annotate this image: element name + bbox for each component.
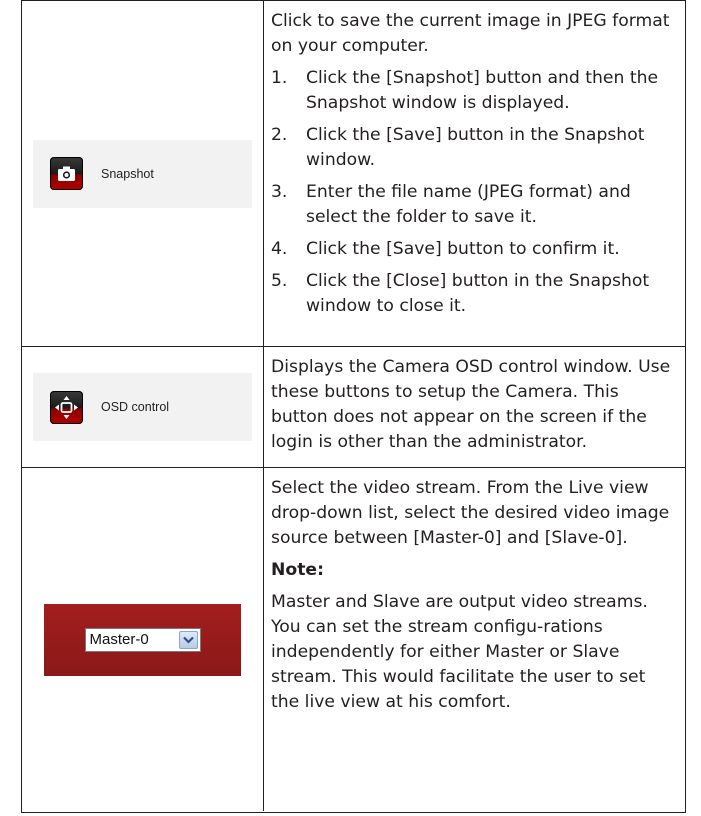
camera-icon [50, 157, 83, 190]
live-view-panel: Master-0 [44, 603, 241, 676]
list-item: 5. Click the [Close] button in the Snapsh… [271, 271, 650, 316]
snapshot-button-label: Snapshot [101, 166, 154, 181]
chevron-down-icon[interactable] [178, 630, 198, 649]
table-row-osd-control: OSD control Displays the Camera OSD cont… [22, 346, 685, 467]
live-view-select[interactable]: Master-0 [84, 627, 201, 652]
live-view-select-value: Master-0 [89, 631, 149, 648]
snapshot-cell-image: Snapshot [22, 1, 264, 346]
list-item: 2. Click the [Save] button in the Snapsho… [271, 125, 645, 170]
note-heading: Note: [271, 560, 324, 580]
osd-description-text: Displays the Camera OSD control window. … [271, 357, 671, 452]
list-item: 1. Click the [Snapshot] button and then t… [271, 68, 659, 113]
directional-pad-icon [50, 390, 83, 424]
table-row-snapshot: Snapshot Click to save the current image… [22, 0, 685, 346]
feature-table: Snapshot Click to save the current image… [21, 0, 686, 813]
list-item: 4. Click the [Save] button to confirm it. [271, 239, 620, 259]
snapshot-button[interactable]: Snapshot [33, 139, 252, 208]
snapshot-description: Click to save the current image in JPEG … [264, 1, 685, 346]
note-text: Master and Slave are output video stream… [271, 592, 648, 712]
table-row-live-view: Master-0 Select the video stream. From t… [22, 467, 685, 811]
live-view-description-text: Select the video stream. From the Live v… [271, 478, 670, 548]
live-view-description: Select the video stream. From the Live v… [264, 468, 685, 811]
live-view-cell-image: Master-0 [22, 468, 264, 811]
snapshot-steps: 1. Click the [Snapshot] button and then t… [271, 66, 679, 319]
osd-cell-image: OSD control [22, 347, 264, 467]
osd-description: Displays the Camera OSD control window. … [264, 347, 685, 467]
snapshot-intro: Click to save the current image in JPEG … [271, 11, 670, 56]
osd-control-button[interactable]: OSD control [33, 373, 252, 441]
osd-control-button-label: OSD control [101, 400, 170, 414]
list-item: 3. Enter the file name (JPEG format) and … [271, 182, 631, 227]
